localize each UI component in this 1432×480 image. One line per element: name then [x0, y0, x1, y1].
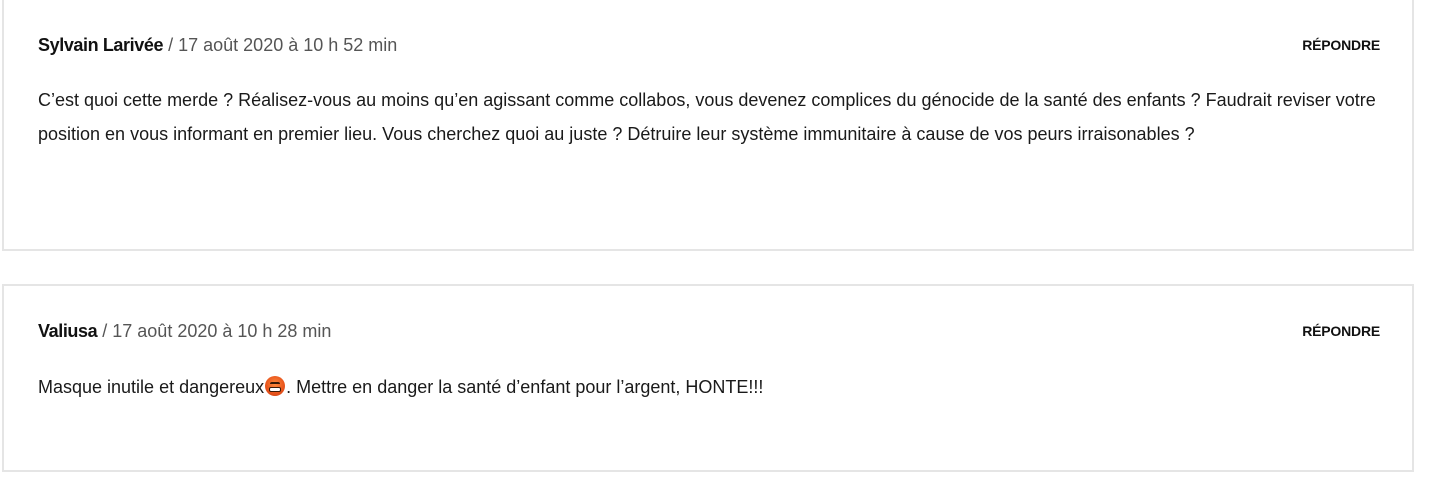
comment-text-part: Masque inutile et dangereux: [38, 377, 265, 397]
comment-text: Masque inutile et dangereux . Mettre en d…: [38, 370, 1376, 404]
comment-card: Sylvain Larivée / 17 août 2020 à 10 h 52…: [2, 0, 1414, 251]
comment-date: 17 août 2020 à 10 h 28 min: [112, 321, 332, 341]
comment-card: Valiusa / 17 août 2020 à 10 h 28 min RÉP…: [2, 284, 1414, 472]
comment-date: 17 août 2020 à 10 h 52 min: [178, 35, 398, 55]
comment-author: Valiusa: [38, 321, 98, 341]
comment-text: C’est quoi cette merde ? Réalisez-vous a…: [38, 90, 1376, 144]
comment-text-part: . Mettre en danger la santé d’enfant pou…: [286, 377, 764, 397]
reply-button[interactable]: RÉPONDRE: [1302, 37, 1380, 53]
comment-author: Sylvain Larivée: [38, 35, 164, 55]
comment-meta: Valiusa / 17 août 2020 à 10 h 28 min RÉP…: [38, 321, 1380, 345]
meta-separator: /: [97, 321, 113, 341]
meta-separator: /: [163, 35, 179, 55]
reply-button[interactable]: RÉPONDRE: [1302, 323, 1380, 339]
angry-face-icon: [265, 376, 286, 396]
comment-meta: Sylvain Larivée / 17 août 2020 à 10 h 52…: [38, 35, 1380, 59]
